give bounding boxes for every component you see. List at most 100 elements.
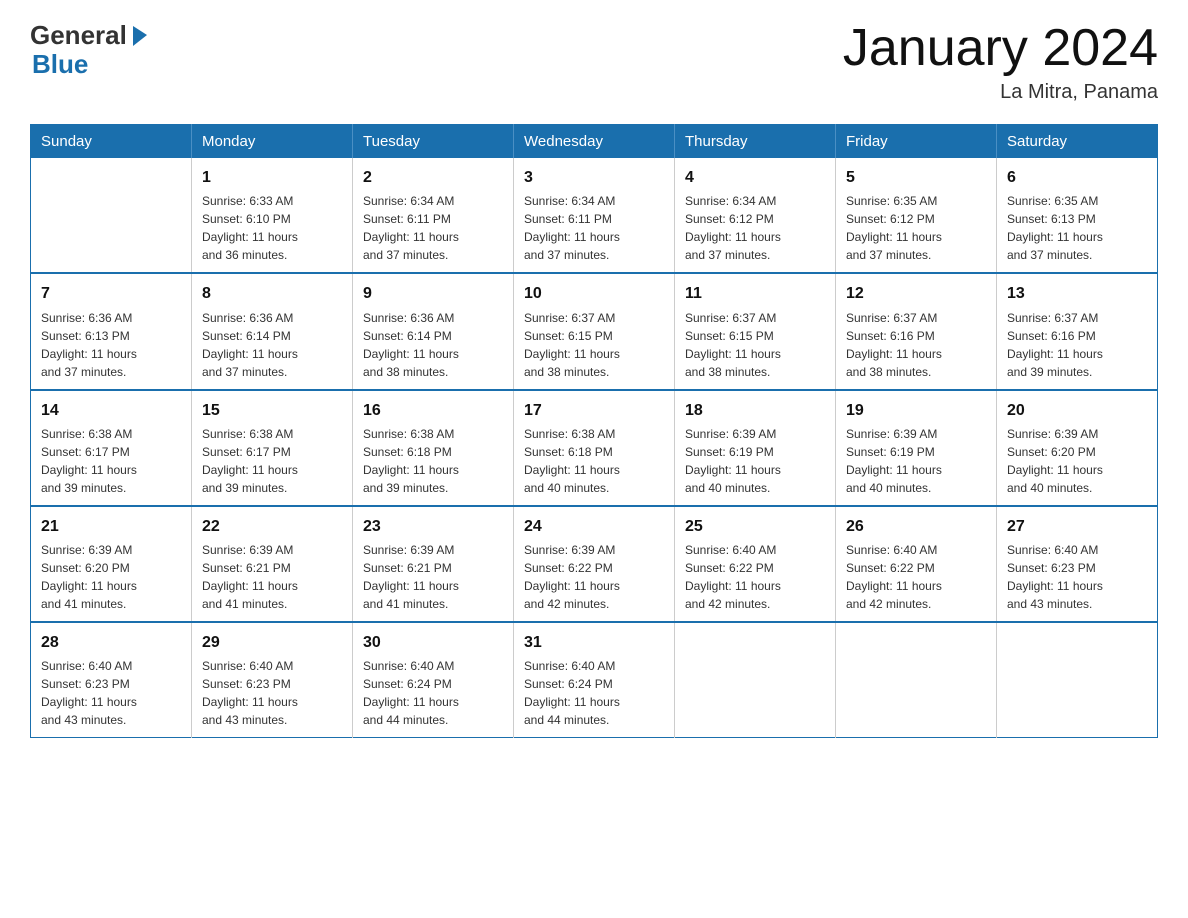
header-monday: Monday [192,125,353,159]
day-info: Sunrise: 6:39 AM Sunset: 6:22 PM Dayligh… [524,541,664,613]
day-number: 14 [41,399,181,422]
day-number: 19 [846,399,986,422]
calendar-cell: 16 Sunrise: 6:38 AM Sunset: 6:18 PM Dayli… [353,390,514,506]
calendar-cell: 6 Sunrise: 6:35 AM Sunset: 6:13 PM Daylig… [997,158,1158,273]
calendar-cell: 29 Sunrise: 6:40 AM Sunset: 6:23 PM Dayli… [192,622,353,738]
calendar-subtitle: La Mitra, Panama [843,81,1158,104]
logo-general: General [30,20,127,51]
calendar-cell [836,622,997,738]
day-number: 3 [524,166,664,189]
day-number: 9 [363,282,503,305]
day-number: 21 [41,515,181,538]
day-number: 31 [524,631,664,654]
day-info: Sunrise: 6:40 AM Sunset: 6:23 PM Dayligh… [1007,541,1147,613]
calendar-cell: 31Sunrise: 6:40 AM Sunset: 6:24 PM Dayli… [514,622,675,738]
calendar-cell: 22 Sunrise: 6:39 AM Sunset: 6:21 PM Dayli… [192,506,353,622]
calendar-cell: 4 Sunrise: 6:34 AM Sunset: 6:12 PM Daylig… [675,158,836,273]
calendar-cell: 26 Sunrise: 6:40 AM Sunset: 6:22 PM Dayli… [836,506,997,622]
calendar-header-row: SundayMondayTuesdayWednesdayThursdayFrid… [31,125,1158,159]
calendar-cell [675,622,836,738]
day-number: 10 [524,282,664,305]
day-info: Sunrise: 6:33 AM Sunset: 6:10 PM Dayligh… [202,192,342,264]
day-info: Sunrise: 6:36 AM Sunset: 6:13 PM Dayligh… [41,309,181,381]
calendar-cell: 10 Sunrise: 6:37 AM Sunset: 6:15 PM Dayli… [514,273,675,389]
calendar-cell: 14Sunrise: 6:38 AM Sunset: 6:17 PM Dayli… [31,390,192,506]
calendar-cell: 24 Sunrise: 6:39 AM Sunset: 6:22 PM Dayli… [514,506,675,622]
page-header: General Blue January 2024 La Mitra, Pana… [30,20,1158,104]
calendar-cell: 25 Sunrise: 6:40 AM Sunset: 6:22 PM Dayli… [675,506,836,622]
header-thursday: Thursday [675,125,836,159]
day-info: Sunrise: 6:40 AM Sunset: 6:22 PM Dayligh… [685,541,825,613]
day-number: 28 [41,631,181,654]
calendar-cell: 18Sunrise: 6:39 AM Sunset: 6:19 PM Dayli… [675,390,836,506]
day-number: 25 [685,515,825,538]
calendar-cell: 20 Sunrise: 6:39 AM Sunset: 6:20 PM Dayli… [997,390,1158,506]
day-info: Sunrise: 6:39 AM Sunset: 6:20 PM Dayligh… [1007,425,1147,497]
calendar-table: SundayMondayTuesdayWednesdayThursdayFrid… [30,124,1158,738]
day-info: Sunrise: 6:40 AM Sunset: 6:24 PM Dayligh… [363,657,503,729]
day-number: 15 [202,399,342,422]
day-info: Sunrise: 6:40 AM Sunset: 6:23 PM Dayligh… [202,657,342,729]
day-number: 26 [846,515,986,538]
day-info: Sunrise: 6:34 AM Sunset: 6:12 PM Dayligh… [685,192,825,264]
day-number: 12 [846,282,986,305]
day-info: Sunrise: 6:37 AM Sunset: 6:16 PM Dayligh… [1007,309,1147,381]
header-tuesday: Tuesday [353,125,514,159]
week-row-1: 1 Sunrise: 6:33 AM Sunset: 6:10 PM Daylig… [31,158,1158,273]
day-number: 4 [685,166,825,189]
title-section: January 2024 La Mitra, Panama [843,20,1158,104]
day-number: 24 [524,515,664,538]
day-info: Sunrise: 6:34 AM Sunset: 6:11 PM Dayligh… [524,192,664,264]
day-info: Sunrise: 6:39 AM Sunset: 6:21 PM Dayligh… [202,541,342,613]
week-row-3: 14Sunrise: 6:38 AM Sunset: 6:17 PM Dayli… [31,390,1158,506]
calendar-cell: 28 Sunrise: 6:40 AM Sunset: 6:23 PM Dayli… [31,622,192,738]
day-number: 11 [685,282,825,305]
day-info: Sunrise: 6:39 AM Sunset: 6:19 PM Dayligh… [846,425,986,497]
day-number: 2 [363,166,503,189]
day-info: Sunrise: 6:37 AM Sunset: 6:16 PM Dayligh… [846,309,986,381]
calendar-cell: 9Sunrise: 6:36 AM Sunset: 6:14 PM Daylig… [353,273,514,389]
day-info: Sunrise: 6:36 AM Sunset: 6:14 PM Dayligh… [202,309,342,381]
day-info: Sunrise: 6:40 AM Sunset: 6:23 PM Dayligh… [41,657,181,729]
calendar-cell: 19 Sunrise: 6:39 AM Sunset: 6:19 PM Dayli… [836,390,997,506]
calendar-cell: 3 Sunrise: 6:34 AM Sunset: 6:11 PM Daylig… [514,158,675,273]
day-number: 29 [202,631,342,654]
calendar-cell: 11 Sunrise: 6:37 AM Sunset: 6:15 PM Dayli… [675,273,836,389]
calendar-cell: 5Sunrise: 6:35 AM Sunset: 6:12 PM Daylig… [836,158,997,273]
day-info: Sunrise: 6:38 AM Sunset: 6:18 PM Dayligh… [363,425,503,497]
calendar-cell: 15Sunrise: 6:38 AM Sunset: 6:17 PM Dayli… [192,390,353,506]
calendar-cell: 30 Sunrise: 6:40 AM Sunset: 6:24 PM Dayli… [353,622,514,738]
day-number: 23 [363,515,503,538]
day-number: 20 [1007,399,1147,422]
day-info: Sunrise: 6:40 AM Sunset: 6:22 PM Dayligh… [846,541,986,613]
calendar-cell [31,158,192,273]
header-sunday: Sunday [31,125,192,159]
day-number: 27 [1007,515,1147,538]
day-number: 13 [1007,282,1147,305]
day-number: 8 [202,282,342,305]
day-number: 30 [363,631,503,654]
week-row-2: 7 Sunrise: 6:36 AM Sunset: 6:13 PM Daylig… [31,273,1158,389]
calendar-cell: 17Sunrise: 6:38 AM Sunset: 6:18 PM Dayli… [514,390,675,506]
day-info: Sunrise: 6:39 AM Sunset: 6:21 PM Dayligh… [363,541,503,613]
day-number: 6 [1007,166,1147,189]
day-number: 1 [202,166,342,189]
calendar-cell: 12 Sunrise: 6:37 AM Sunset: 6:16 PM Dayli… [836,273,997,389]
header-wednesday: Wednesday [514,125,675,159]
logo-blue: Blue [32,51,151,77]
day-info: Sunrise: 6:35 AM Sunset: 6:13 PM Dayligh… [1007,192,1147,264]
calendar-cell: 23 Sunrise: 6:39 AM Sunset: 6:21 PM Dayli… [353,506,514,622]
calendar-cell: 2Sunrise: 6:34 AM Sunset: 6:11 PM Daylig… [353,158,514,273]
day-info: Sunrise: 6:39 AM Sunset: 6:20 PM Dayligh… [41,541,181,613]
calendar-title: January 2024 [843,20,1158,77]
day-info: Sunrise: 6:37 AM Sunset: 6:15 PM Dayligh… [524,309,664,381]
day-number: 5 [846,166,986,189]
day-number: 16 [363,399,503,422]
week-row-4: 21 Sunrise: 6:39 AM Sunset: 6:20 PM Dayli… [31,506,1158,622]
day-number: 18 [685,399,825,422]
day-info: Sunrise: 6:37 AM Sunset: 6:15 PM Dayligh… [685,309,825,381]
calendar-cell: 8 Sunrise: 6:36 AM Sunset: 6:14 PM Daylig… [192,273,353,389]
calendar-cell [997,622,1158,738]
day-number: 7 [41,282,181,305]
day-number: 22 [202,515,342,538]
